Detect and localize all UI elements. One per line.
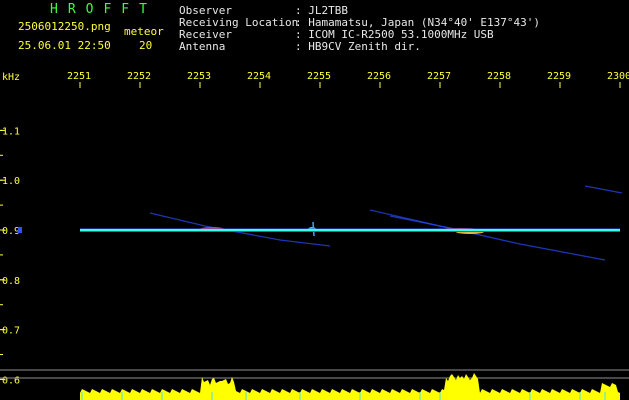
y-tick-label: 1.0 [2, 176, 20, 187]
x-tick-label: 2300 [607, 71, 629, 82]
x-tick-label: 2258 [487, 71, 511, 82]
x-tick-label: 2252 [127, 71, 151, 82]
y-tick-label: 1.1 [2, 126, 20, 137]
y-tick-label: 0.8 [2, 276, 20, 287]
x-tick-label: 2251 [67, 71, 91, 82]
meteor-echo [369, 209, 606, 261]
y-tick-label: 0.9 [2, 226, 20, 237]
level-bars [80, 373, 620, 400]
hrofft-window: HROFFT 2506012250.png 25.06.01 22:50 met… [0, 0, 629, 400]
x-tick-label: 2255 [307, 71, 331, 82]
x-tick-label: 2254 [247, 71, 271, 82]
x-tick-label: 2259 [547, 71, 571, 82]
x-tick-label: 2253 [187, 71, 211, 82]
spectrogram: 2251 2252 2253 2254 2255 2256 2257 2258 2259 2300… [0, 71, 629, 400]
x-tick-label: 2256 [367, 71, 391, 82]
y-tick-label: 0.7 [2, 326, 20, 337]
meteor-echo [584, 185, 623, 194]
carrier-marker [18, 227, 22, 233]
y-tick-label: 0.6 [2, 375, 20, 386]
x-tick-label: 2257 [427, 71, 451, 82]
